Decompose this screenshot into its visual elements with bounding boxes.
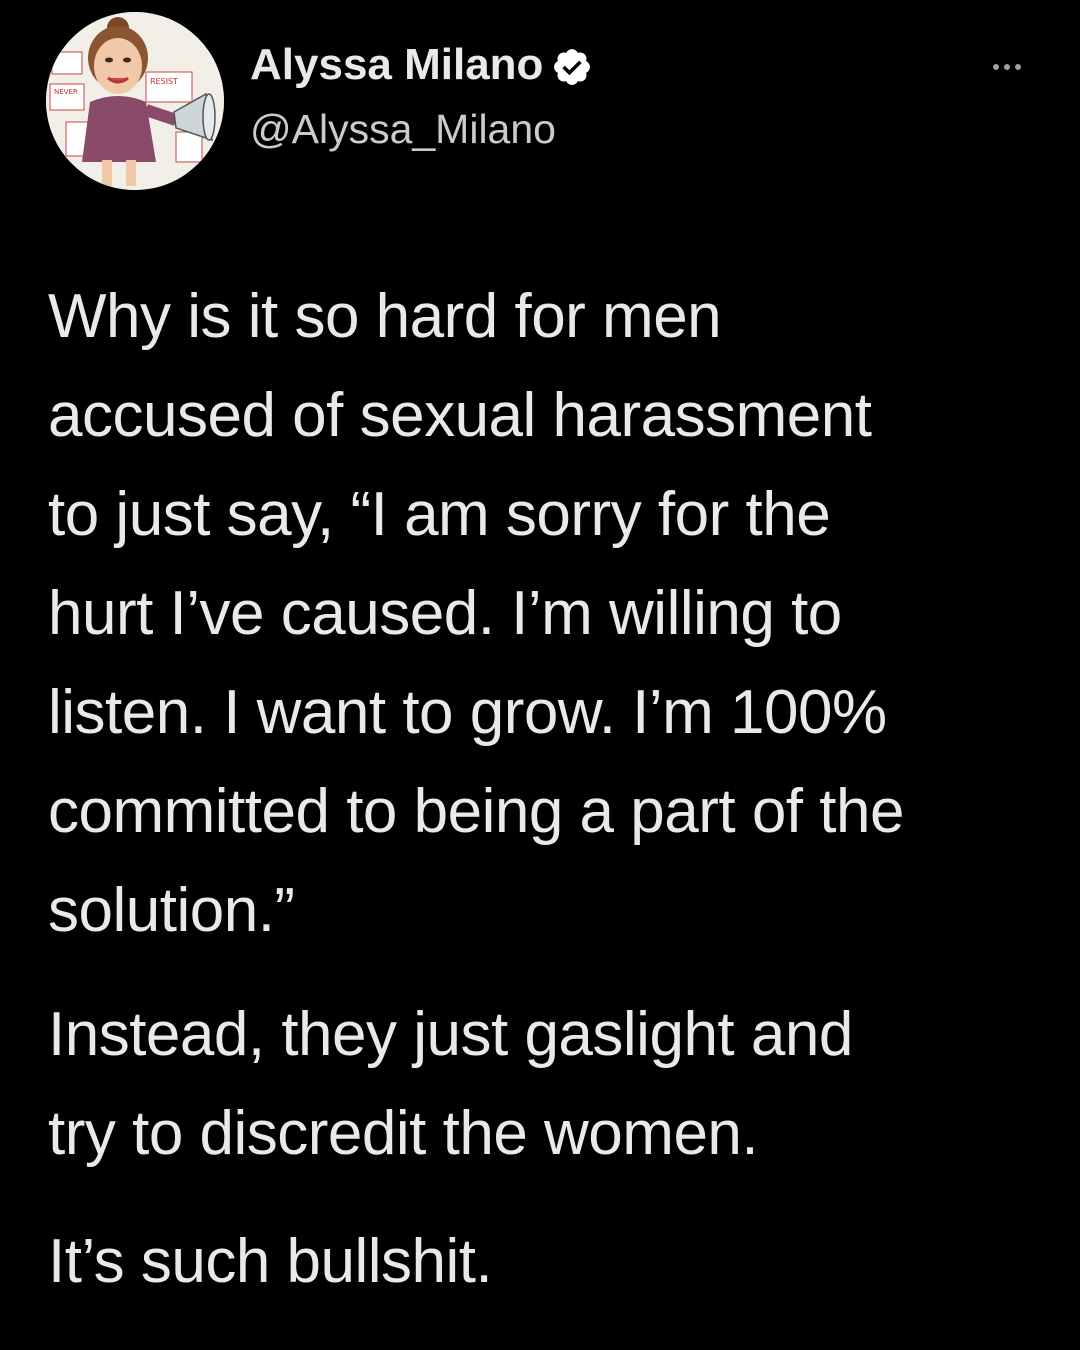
tweet-card: NEVER RESIST Alyssa Milano @Alyssa_Milan… [0,0,1080,1350]
avatar-caricature-image: NEVER RESIST [46,12,224,190]
tweet-text-line: to just say, “I am sorry for the [48,480,831,549]
tweet-text-line: accused of sexual harassment [48,381,872,450]
tweet-paragraph-1: Why is it so hard for men accused of sex… [48,267,1058,960]
avatar-sign-text: RESIST [150,77,178,86]
avatar-sign-text: NEVER [54,88,78,96]
author-handle[interactable]: @Alyssa_Milano [250,106,556,153]
avatar[interactable]: NEVER RESIST [46,12,224,190]
tweet-text-line: committed to being a part of the [48,777,904,846]
tweet-text-line: It’s such bullshit. [48,1227,493,1296]
tweet-paragraph-2: Instead, they just gaslight and try to d… [48,985,1058,1183]
more-options-icon [993,64,999,70]
tweet-text-line: solution.” [48,876,295,945]
more-options-icon [1015,64,1021,70]
tweet-text-line: Instead, they just gaslight and [48,1000,853,1069]
more-options-button[interactable] [982,52,1032,82]
tweet-text-line: hurt I’ve caused. I’m willing to [48,579,842,648]
tweet-text-line: listen. I want to grow. I’m 100% [48,678,887,747]
verified-badge-icon [554,49,591,85]
tweet-text: Why is it so hard for men accused of sex… [48,267,1058,960]
tweet-text-line: try to discredit the women. [48,1099,759,1168]
author-display-name[interactable]: Alyssa Milano [250,40,543,90]
more-options-icon [1004,64,1010,70]
author-name-row: Alyssa Milano [250,40,593,90]
tweet-text-line: Why is it so hard for men [48,282,722,351]
tweet-paragraph-3: It’s such bullshit. [48,1212,1058,1311]
